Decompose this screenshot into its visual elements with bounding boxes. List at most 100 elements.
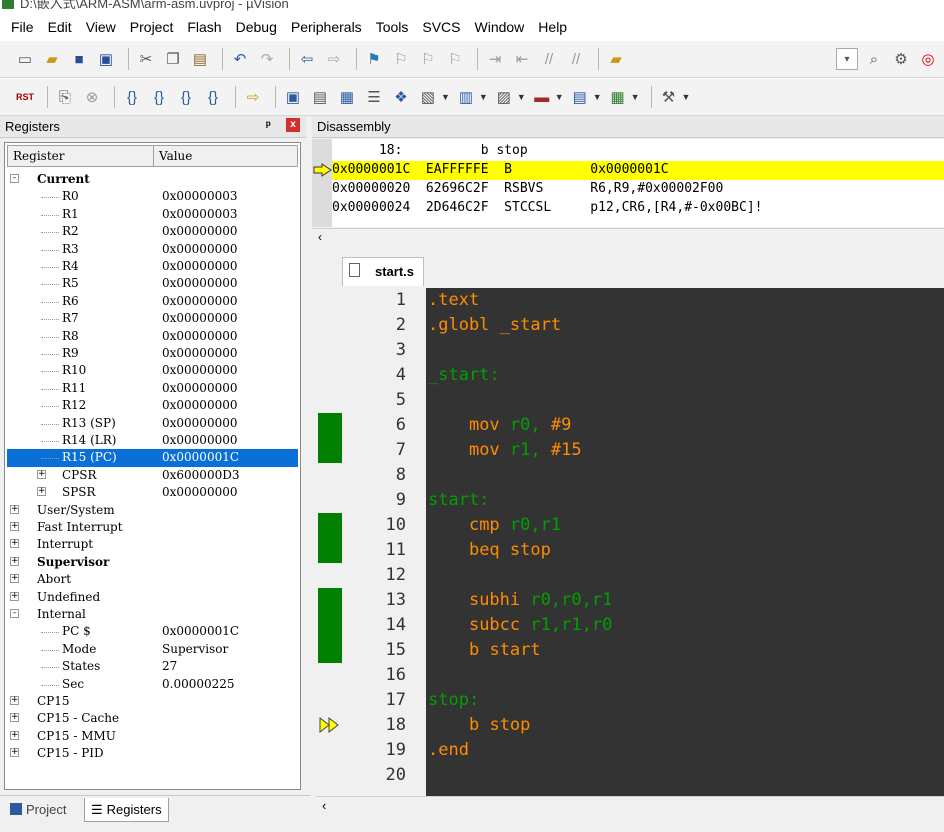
comment-icon[interactable]: // <box>538 48 560 70</box>
expand-icon[interactable]: + <box>37 487 46 497</box>
register-row[interactable]: R11 0x00000000 <box>7 380 298 397</box>
find-icon[interactable]: ⌕ <box>863 48 885 70</box>
register-value[interactable]: 0x00000000 <box>162 485 237 499</box>
register-row[interactable]: Mode Supervisor <box>7 641 298 658</box>
register-value[interactable]: 0x0000001C <box>162 624 239 638</box>
code-line[interactable]: .text <box>428 290 479 310</box>
next-bookmark-icon[interactable]: ⚐ <box>417 48 439 70</box>
register-row[interactable]: R8 0x00000000 <box>7 328 298 345</box>
register-value[interactable]: 0x00000000 <box>162 242 237 256</box>
menu-edit[interactable]: Edit <box>41 19 79 35</box>
disassembly-view[interactable]: 18: b stop 0x0000001C EAFFFFFE B 0x000000… <box>312 139 944 227</box>
expand-icon[interactable]: + <box>10 730 19 740</box>
menu-debug[interactable]: Debug <box>229 19 284 35</box>
incremental-find-icon[interactable]: ⚙ <box>890 48 912 70</box>
register-row[interactable]: States 27 <box>7 658 298 675</box>
menu-view[interactable]: View <box>79 19 123 35</box>
uncomment-icon[interactable]: // <box>565 48 587 70</box>
expand-icon[interactable]: + <box>10 539 19 549</box>
dropdown-icon[interactable]: ▾ <box>836 48 858 70</box>
register-value[interactable]: 0x00000000 <box>162 276 237 290</box>
menu-peripherals[interactable]: Peripherals <box>284 19 369 35</box>
code-line[interactable]: stop: <box>428 690 479 710</box>
collapse-icon[interactable]: - <box>10 609 19 618</box>
open-folder-icon[interactable]: ▰ <box>41 48 63 70</box>
register-row[interactable]: R4 0x00000000 <box>7 258 298 275</box>
register-row[interactable]: R1 0x00000003 <box>7 206 298 223</box>
menu-project[interactable]: Project <box>123 19 181 35</box>
register-row[interactable]: R6 0x00000000 <box>7 293 298 310</box>
toolbox-icon[interactable]: ⚒ <box>658 86 680 108</box>
menu-window[interactable]: Window <box>468 19 532 35</box>
expand-icon[interactable]: + <box>37 469 46 479</box>
expand-icon[interactable]: + <box>10 591 19 601</box>
code-line[interactable]: subcc r1,r1,r0 <box>428 615 612 635</box>
registers-window-icon[interactable]: ☰ <box>363 86 385 108</box>
expand-icon[interactable]: + <box>10 713 19 723</box>
chevron-down-icon[interactable]: ▼ <box>631 92 640 102</box>
chevron-down-icon[interactable]: ▼ <box>441 92 450 102</box>
register-row[interactable]: R13 (SP) 0x00000000 <box>7 415 298 432</box>
save-all-icon[interactable]: ▣ <box>95 48 117 70</box>
scroll-left-icon[interactable]: ‹ <box>322 798 326 813</box>
registers-tree[interactable]: Register Value - Current R0 0x00000003 R1 0x0… <box>4 142 301 790</box>
call-stack-icon[interactable]: ❖ <box>390 86 412 108</box>
paste-icon[interactable]: ▤ <box>189 48 211 70</box>
register-value[interactable]: 0x00000000 <box>162 294 237 308</box>
register-row[interactable]: Sec 0.00000225 <box>7 676 298 693</box>
disassembly-window-icon[interactable]: ▤ <box>309 86 331 108</box>
register-row[interactable]: R0 0x00000003 <box>7 188 298 205</box>
register-value[interactable]: 0x600000D3 <box>162 468 239 482</box>
step-over-icon[interactable]: {} <box>148 86 170 108</box>
chevron-down-icon[interactable]: ▼ <box>479 92 488 102</box>
redo-icon[interactable]: ↷ <box>256 48 278 70</box>
bookmark-icon[interactable]: ⚑ <box>363 48 385 70</box>
register-value[interactable]: 0.00000225 <box>162 677 235 691</box>
register-value[interactable]: 0x00000003 <box>162 189 237 203</box>
disassembly-line[interactable]: 0x00000020 62696C2F RSBVS R6,R9,#0x00002… <box>332 180 944 199</box>
menu-flash[interactable]: Flash <box>180 19 228 35</box>
debug-session-icon[interactable]: ◎ <box>917 48 939 70</box>
code-line[interactable]: b start <box>428 640 541 660</box>
register-row[interactable]: + Supervisor <box>7 554 298 571</box>
collapse-icon[interactable]: - <box>10 174 19 183</box>
prev-bookmark-icon[interactable]: ⚐ <box>390 48 412 70</box>
step-out-icon[interactable]: {} <box>175 86 197 108</box>
code-line[interactable]: .end <box>428 740 469 760</box>
register-value[interactable]: 0x00000000 <box>162 398 237 412</box>
code-line[interactable]: start: <box>428 490 489 510</box>
disassembly-hscrollbar[interactable]: ‹ <box>312 228 944 246</box>
register-row[interactable]: R9 0x00000000 <box>7 345 298 362</box>
register-row[interactable]: + CPSR 0x600000D3 <box>7 467 298 484</box>
disassembly-line[interactable]: 0x00000024 2D646C2F STCCSL p12,CR6,[R4,#… <box>332 199 944 218</box>
show-next-statement-icon[interactable]: ⇨ <box>242 86 264 108</box>
code-line[interactable]: subhi r0,r0,r1 <box>428 590 612 610</box>
expand-icon[interactable]: + <box>10 748 19 758</box>
register-value[interactable]: 0x00000000 <box>162 346 237 360</box>
tab-registers[interactable]: ☰ Registers <box>84 798 169 822</box>
undo-icon[interactable]: ↶ <box>229 48 251 70</box>
register-value[interactable]: 0x00000000 <box>162 381 237 395</box>
register-value[interactable]: 0x00000000 <box>162 259 237 273</box>
register-row[interactable]: + Interrupt <box>7 536 298 553</box>
code-line[interactable]: beq stop <box>428 540 551 560</box>
register-value[interactable]: 0x00000000 <box>162 363 237 377</box>
register-value[interactable]: 0x00000003 <box>162 207 237 221</box>
code-line[interactable]: mov r0, #9 <box>428 415 571 435</box>
menu-svcs[interactable]: SVCS <box>415 19 467 35</box>
register-row[interactable]: - Internal <box>7 606 298 623</box>
register-value[interactable]: Supervisor <box>162 642 228 656</box>
chevron-down-icon[interactable]: ▼ <box>682 92 691 102</box>
register-value[interactable]: 0x00000000 <box>162 433 237 447</box>
chevron-down-icon[interactable]: ▼ <box>593 92 602 102</box>
expand-icon[interactable]: + <box>10 522 19 531</box>
reset-cpu-icon[interactable]: RST <box>14 86 36 108</box>
close-icon[interactable]: x <box>286 118 300 132</box>
copy-icon[interactable]: ❐ <box>162 48 184 70</box>
expand-icon[interactable]: + <box>10 556 19 566</box>
register-value[interactable]: 0x00000000 <box>162 416 237 430</box>
tab-start-s[interactable]: start.s <box>342 257 424 286</box>
code-line[interactable]: _start: <box>428 365 500 385</box>
command-window-icon[interactable]: ▣ <box>282 86 304 108</box>
step-into-icon[interactable]: {} <box>121 86 143 108</box>
